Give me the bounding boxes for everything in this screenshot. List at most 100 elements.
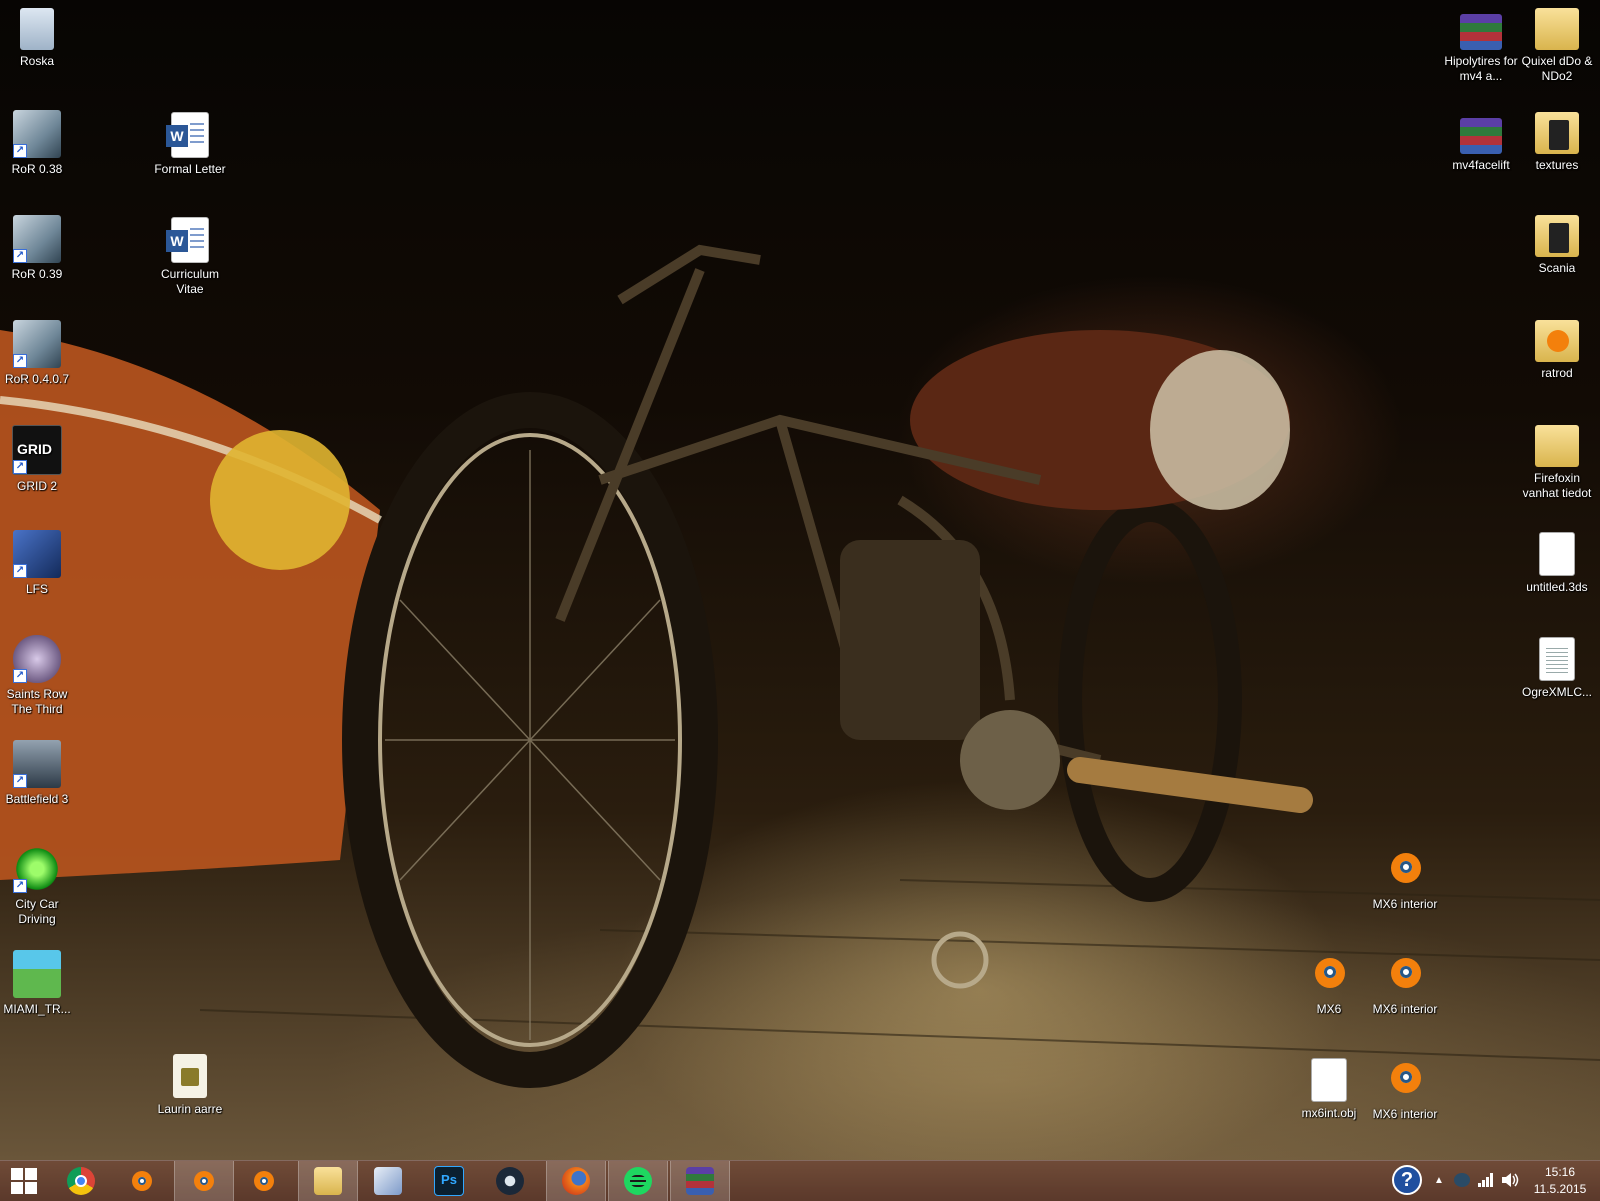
shortcut-arrow-icon: ↗ — [13, 460, 27, 474]
desktop-icon-label: textures — [1535, 158, 1579, 172]
taskbar-blender-3[interactable] — [235, 1161, 293, 1201]
city-car-driving-icon: ↗ — [13, 845, 61, 893]
desktop-icon-ror-039[interactable]: ↗ RoR 0.39 — [0, 215, 75, 282]
desktop-icon-mx6-interior-3[interactable]: MX6 interior — [1367, 1055, 1443, 1122]
shortcut-arrow-icon: ↗ — [13, 879, 27, 893]
desktop-icon-lfs[interactable]: ↗ LFS — [0, 530, 75, 597]
blender-icon — [1381, 950, 1429, 998]
desktop-icon-label: untitled.3ds — [1526, 580, 1588, 594]
desktop-icon-label: LFS — [25, 582, 48, 596]
taskbar-blender-1[interactable] — [113, 1161, 171, 1201]
blender-folder-icon — [1535, 320, 1579, 362]
taskbar-photoshop[interactable]: Ps — [420, 1161, 478, 1201]
desktop-icon-firefoxin[interactable]: Firefoxin vanhat tiedot — [1519, 425, 1595, 501]
folder-icon — [1535, 112, 1579, 154]
rigs-of-rods-icon: ↗ — [13, 215, 61, 263]
file-icon — [1539, 532, 1575, 576]
desktop-icon-hipolytires[interactable]: Hipolytires for mv4 a... — [1443, 8, 1519, 84]
desktop-icon-label: MX6 interior — [1372, 1002, 1438, 1016]
taskbar: Ps ? ▲ 15:16 11.5.2015 — [0, 1160, 1600, 1201]
desktop-icon-label: City Car Driving — [15, 897, 59, 926]
desktop-icon-label: RoR 0.4.0.7 — [4, 372, 70, 386]
text-file-icon — [1539, 637, 1575, 681]
desktop-icon-saints-row[interactable]: ↗ Saints Row The Third — [0, 635, 75, 717]
desktop-icon-grid2[interactable]: ↗ GRID 2 — [0, 425, 75, 494]
blender-icon — [128, 1167, 156, 1195]
desktop-icon-battlefield3[interactable]: ↗ Battlefield 3 — [0, 740, 75, 807]
desktop-icon-label: MX6 interior — [1372, 1107, 1438, 1121]
folder-icon — [1535, 8, 1579, 50]
steam-icon — [496, 1167, 524, 1195]
taskbar-clock[interactable]: 15:16 11.5.2015 — [1530, 1164, 1590, 1198]
desktop-icon-label: RoR 0.38 — [11, 162, 63, 176]
desktop-icon-miami[interactable]: MIAMI_TR... — [0, 950, 75, 1017]
clock-date: 11.5.2015 — [1533, 1182, 1587, 1196]
start-button[interactable] — [0, 1161, 50, 1201]
blender-icon — [1381, 1055, 1429, 1103]
desktop-icon-mv4facelift[interactable]: mv4facelift — [1443, 112, 1519, 173]
desktop-icon-label: MX6 — [1316, 1002, 1342, 1016]
taskbar-firefox[interactable] — [546, 1161, 606, 1201]
taskbar-winrar[interactable] — [670, 1161, 730, 1201]
desktop-icon-ror-0407[interactable]: ↗ RoR 0.4.0.7 — [0, 320, 75, 387]
desktop-icon-textures[interactable]: textures — [1519, 112, 1595, 173]
taskbar-steam[interactable] — [481, 1161, 539, 1201]
folder-icon — [1535, 425, 1579, 467]
desktop-icon-laurin-aarre[interactable]: Laurin aarre — [152, 1054, 228, 1117]
shortcut-arrow-icon: ↗ — [13, 774, 27, 788]
winrar-icon — [686, 1167, 714, 1195]
desktop-icon-mx6int-obj[interactable]: mx6int.obj — [1291, 1058, 1367, 1121]
blender-icon — [250, 1167, 278, 1195]
word-document-icon — [166, 112, 209, 158]
desktop-icon-quixel[interactable]: Quixel dDo & NDo2 — [1519, 8, 1595, 84]
battlefield3-icon: ↗ — [13, 740, 61, 788]
folder-icon — [1535, 215, 1579, 257]
desktop-icon-untitled-3ds[interactable]: untitled.3ds — [1519, 532, 1595, 595]
miami-icon — [13, 950, 61, 998]
desktop-icon-label: mv4facelift — [1452, 158, 1510, 172]
taskbar-paint[interactable] — [359, 1161, 417, 1201]
shortcut-arrow-icon: ↗ — [13, 144, 27, 158]
shortcut-arrow-icon: ↗ — [13, 249, 27, 263]
desktop-icon-label: RoR 0.39 — [11, 267, 63, 281]
desktop-icon-mx6[interactable]: MX6 — [1291, 950, 1367, 1017]
taskbar-blender-2[interactable] — [174, 1161, 234, 1201]
desktop-icon-label: MIAMI_TR... — [3, 1002, 71, 1016]
desktop-icon-ratrod[interactable]: ratrod — [1519, 320, 1595, 381]
desktop-icon-scania[interactable]: Scania — [1519, 215, 1595, 276]
firefox-icon — [562, 1167, 590, 1195]
desktop-icon-label: Curriculum Vitae — [160, 267, 219, 296]
desktop-icon-curriculum-vitae[interactable]: Curriculum Vitae — [152, 217, 228, 297]
help-icon[interactable]: ? — [1392, 1165, 1422, 1195]
desktop-icon-label: OgreXMLC... — [1521, 685, 1593, 699]
blender-icon — [1305, 950, 1353, 998]
shortcut-arrow-icon: ↗ — [13, 564, 27, 578]
word-document-icon — [166, 217, 209, 263]
taskbar-spotify[interactable] — [608, 1161, 668, 1201]
clock-time: 15:16 — [1544, 1165, 1576, 1179]
taskbar-chrome[interactable] — [52, 1161, 110, 1201]
desktop-icon-mx6-interior-1[interactable]: MX6 interior — [1367, 845, 1443, 912]
desktop-icon-label: Saints Row The Third — [6, 687, 68, 716]
file-icon — [1311, 1058, 1347, 1102]
photoshop-icon: Ps — [434, 1166, 464, 1196]
taskbar-file-explorer[interactable] — [298, 1161, 358, 1201]
desktop-icon-label: mx6int.obj — [1301, 1106, 1357, 1120]
network-icon[interactable] — [1478, 1173, 1494, 1191]
desktop-icon-city-car-driving[interactable]: ↗ City Car Driving — [0, 845, 75, 927]
desktop-icon-formal-letter[interactable]: Formal Letter — [152, 112, 228, 177]
rigs-of-rods-icon: ↗ — [13, 320, 61, 368]
desktop-icon-label: ratrod — [1541, 366, 1573, 380]
desktop-icon-roska[interactable]: Roska — [0, 8, 75, 69]
show-hidden-icons-chevron-icon[interactable]: ▲ — [1434, 1173, 1444, 1189]
volume-icon[interactable] — [1502, 1173, 1520, 1191]
desktop-icon-label: GRID 2 — [16, 479, 57, 493]
desktop-icon-mx6-interior-2[interactable]: MX6 interior — [1367, 950, 1443, 1017]
desktop-icon-label: Firefoxin vanhat tiedot — [1522, 471, 1592, 500]
desktop-icon-label: Quixel dDo & NDo2 — [1521, 54, 1593, 83]
lfs-icon: ↗ — [13, 530, 61, 578]
desktop-icon-label: Hipolytires for mv4 a... — [1444, 54, 1518, 83]
desktop-icon-ror-038[interactable]: ↗ RoR 0.38 — [0, 110, 75, 177]
desktop-icon-ogrexmlc[interactable]: OgreXMLC... — [1519, 637, 1595, 700]
steam-tray-icon[interactable] — [1454, 1173, 1470, 1187]
